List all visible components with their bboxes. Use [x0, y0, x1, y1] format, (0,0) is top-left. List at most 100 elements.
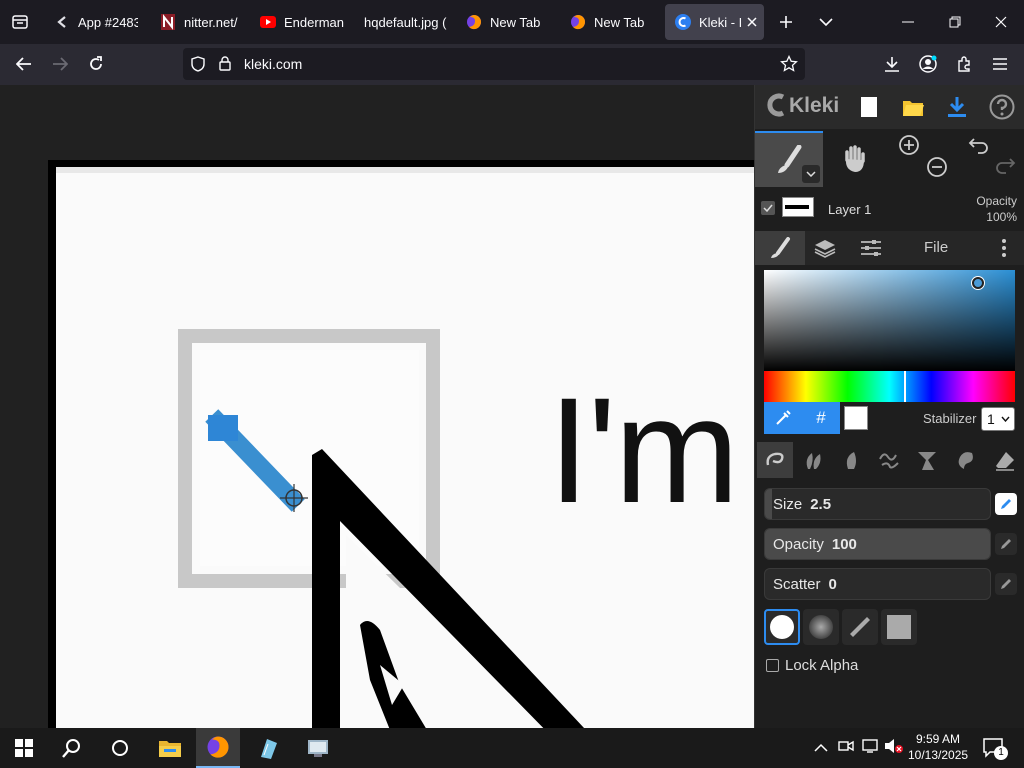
line-tool-icon[interactable] [871, 442, 907, 478]
url-bar[interactable]: kleki.com [183, 48, 805, 80]
save-download-icon[interactable] [943, 93, 971, 121]
tab-label: App #2483 [78, 14, 138, 30]
hue-slider-handle[interactable] [904, 371, 906, 402]
account-icon[interactable] [912, 48, 944, 80]
volume-muted-icon[interactable] [884, 738, 904, 759]
tab-enderman[interactable]: Enderman - [260, 4, 344, 40]
zoom-in-icon[interactable] [897, 133, 921, 157]
lock-icon[interactable] [219, 56, 231, 76]
lock-alpha-checkbox[interactable] [766, 659, 779, 672]
color-saturation-field[interactable] [764, 270, 1015, 371]
drawing-canvas[interactable]: I'm [0, 85, 754, 728]
shape-tool-icon[interactable] [909, 442, 945, 478]
layer-name: Layer 1 [828, 202, 872, 217]
soft-tip-icon[interactable] [803, 609, 839, 645]
forward-arrow-icon[interactable] [44, 48, 76, 80]
hue-slider[interactable] [764, 371, 1015, 402]
clock[interactable]: 9:59 AM 10/13/2025 [908, 731, 968, 763]
calligraphy-tip-icon[interactable] [842, 609, 878, 645]
blend-brush-icon[interactable] [795, 442, 831, 478]
redo-icon[interactable] [993, 155, 1017, 177]
tab-adjust-icon[interactable] [853, 231, 889, 265]
tab-brush-icon[interactable] [755, 231, 805, 265]
zoom-out-icon[interactable] [925, 155, 949, 179]
firefox-view-icon[interactable] [4, 6, 36, 38]
layer-thumbnail[interactable] [782, 197, 814, 217]
tab-app[interactable]: App #2483 [54, 4, 138, 40]
tab-new-2[interactable]: New Tab [570, 4, 654, 40]
restore-icon[interactable] [939, 6, 971, 38]
opacity-pressure-pen-icon[interactable] [995, 533, 1017, 555]
firefox-icon [466, 14, 482, 30]
notepad-icon[interactable] [246, 728, 290, 768]
hex-input-button[interactable]: # [802, 402, 840, 434]
shield-icon[interactable] [191, 56, 205, 77]
tab-hqdefault[interactable]: hqdefault.jpg ( [364, 4, 448, 40]
extensions-icon[interactable] [948, 48, 980, 80]
layer-row[interactable]: Layer 1 Opacity 100% [755, 189, 1024, 231]
close-tab-icon[interactable] [747, 17, 757, 27]
undo-icon[interactable] [967, 135, 991, 157]
secondary-color-swatch[interactable] [844, 406, 868, 430]
windows-start-icon[interactable] [2, 728, 46, 768]
hamburger-menu-icon[interactable] [984, 48, 1016, 80]
tab-strip: App #2483 nitter.net/ Enderman - hqdefau… [0, 0, 1024, 44]
reload-icon[interactable] [80, 48, 112, 80]
cortana-icon[interactable] [98, 728, 142, 768]
eyedropper-icon[interactable] [764, 402, 802, 434]
file-explorer-icon[interactable] [148, 728, 192, 768]
tab-new-1[interactable]: New Tab [466, 4, 550, 40]
pen-brush-icon[interactable] [757, 442, 793, 478]
round-tip-icon[interactable] [764, 609, 800, 645]
color-tools-row: # Stabilizer 1 [755, 402, 1024, 434]
layer-visibility-checkbox[interactable] [761, 201, 775, 215]
url-text[interactable]: kleki.com [244, 56, 302, 72]
help-icon[interactable] [987, 92, 1017, 122]
lock-alpha-label[interactable]: Lock Alpha [785, 657, 858, 674]
back-arrow-icon[interactable] [8, 48, 40, 80]
tab-kleki[interactable]: Kleki - P [665, 4, 764, 40]
opacity-value: 100 [831, 535, 857, 553]
sketchy-brush-icon[interactable] [833, 442, 869, 478]
windows-taskbar: 9:59 AM 10/13/2025 1 [0, 728, 1024, 768]
notification-count-badge: 1 [994, 746, 1008, 760]
show-hidden-icons-chevron-icon[interactable] [814, 740, 828, 758]
tab-layers-icon[interactable] [807, 231, 843, 265]
tab-list-chevron-icon[interactable] [810, 6, 842, 38]
open-folder-icon[interactable] [899, 93, 927, 121]
opacity-label: Opacity [773, 535, 824, 553]
new-tab-icon[interactable] [770, 6, 802, 38]
stabilizer-select[interactable]: 1 [981, 407, 1015, 431]
search-icon[interactable] [50, 728, 94, 768]
hand-tool-icon[interactable] [835, 139, 875, 179]
fill-tool-icon[interactable] [947, 442, 983, 478]
scatter-label: Scatter [773, 575, 821, 593]
nitter-icon [160, 14, 176, 30]
scatter-pressure-pen-icon[interactable] [995, 573, 1017, 595]
tool-row [755, 129, 1024, 189]
meet-now-icon[interactable] [838, 738, 854, 759]
firefox-taskbar-icon[interactable] [196, 728, 240, 768]
eraser-icon[interactable] [987, 442, 1023, 478]
color-picker-handle[interactable] [972, 277, 984, 289]
tab-file[interactable]: File [924, 239, 948, 256]
size-slider[interactable]: Size 2.5 [764, 488, 991, 520]
layer-opacity-value: 100% [986, 210, 1017, 224]
kleki-header: Kleki [755, 85, 1024, 129]
minimize-icon[interactable] [892, 6, 924, 38]
more-vertical-icon[interactable] [991, 231, 1017, 265]
square-tip-icon[interactable] [881, 609, 917, 645]
network-icon[interactable] [862, 738, 880, 759]
scatter-slider[interactable]: Scatter 0 [764, 568, 991, 600]
panel-tabs: File [755, 231, 1024, 265]
tab-label: Kleki - P [699, 14, 741, 30]
close-window-icon[interactable] [985, 6, 1017, 38]
bookmark-star-icon[interactable] [780, 54, 798, 78]
downloads-icon[interactable] [876, 48, 908, 80]
tab-nitter[interactable]: nitter.net/ [160, 4, 244, 40]
new-image-icon[interactable] [855, 93, 883, 121]
control-panel-icon[interactable] [296, 728, 340, 768]
brush-dropdown-chevron-icon[interactable] [802, 165, 820, 183]
size-pressure-pen-icon[interactable] [995, 493, 1017, 515]
opacity-slider[interactable]: Opacity 100 [764, 528, 991, 560]
